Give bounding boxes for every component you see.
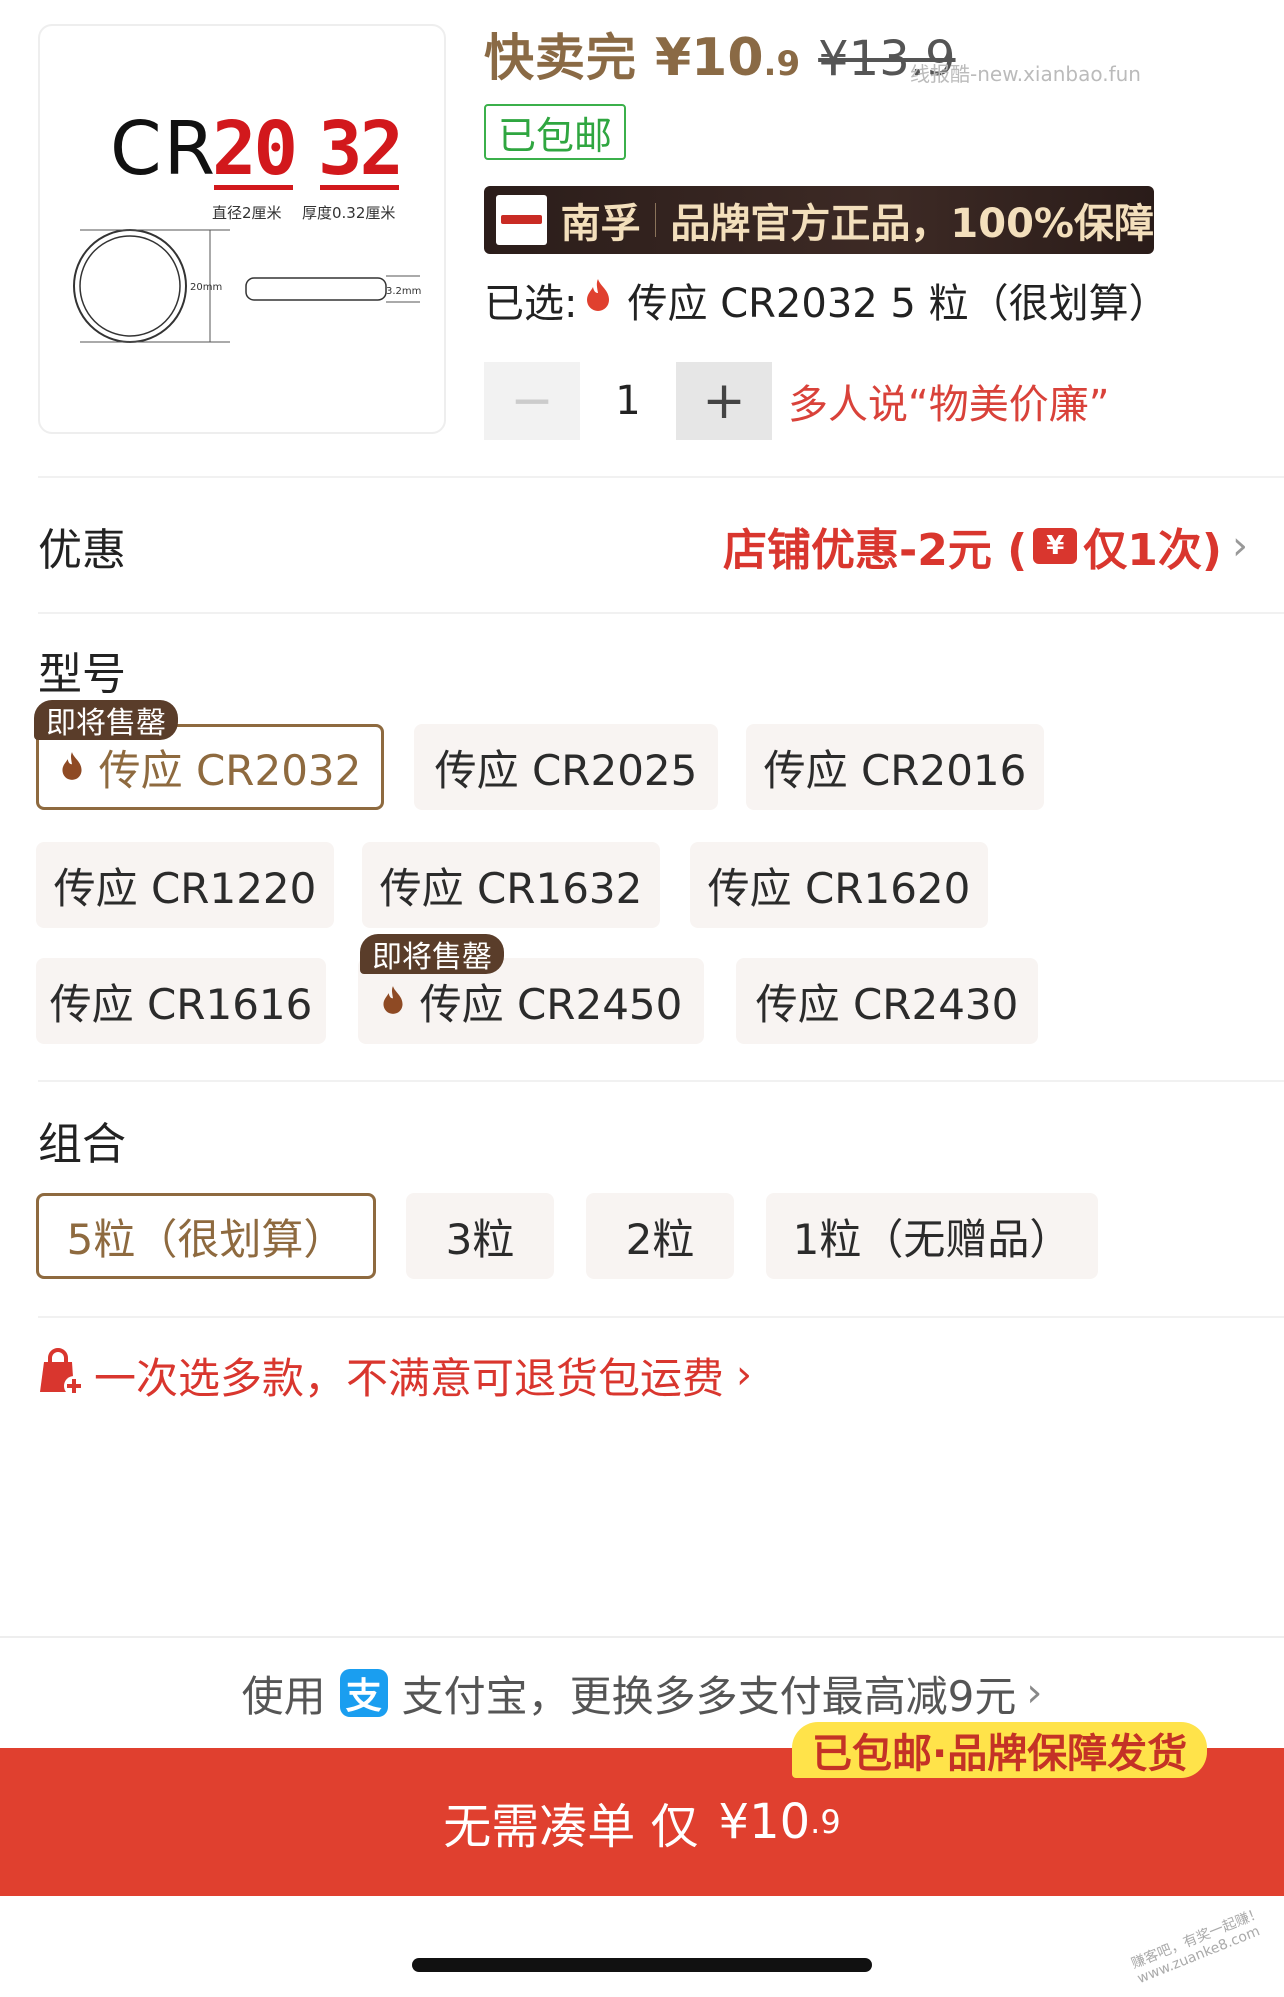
- home-indicator[interactable]: [412, 1958, 872, 1972]
- brand-banner[interactable]: 南孚 品牌官方正品，100%保障: [484, 186, 1154, 254]
- model-title: 型号: [38, 649, 126, 700]
- image-thickness-mm: 3.2mm: [386, 286, 421, 297]
- selected-value: 传应 CR2032 5 粒（很划算）: [627, 281, 1169, 327]
- free-shipping-badge: 已包邮: [484, 104, 627, 160]
- quantity-plus-button[interactable]: +: [676, 362, 772, 440]
- brand-name: 南孚: [560, 201, 641, 247]
- model-option-label: 传应 CR2430: [755, 979, 1019, 1029]
- divider: [38, 476, 1284, 478]
- quantity-stepper: − 1 + 多人说“物美价廉”: [484, 362, 1109, 440]
- divider: [38, 1080, 1284, 1082]
- battery-diagram: 20mm 3.2mm: [73, 229, 421, 343]
- fire-icon: [583, 277, 613, 323]
- divider: [38, 612, 1284, 614]
- bundle-option-1[interactable]: 1粒（无赠品）: [766, 1193, 1098, 1279]
- bundle-option-label: 5粒（很划算）: [66, 1214, 346, 1264]
- selected-summary: 已选: 传应 CR2032 5 粒（很划算）: [484, 270, 1169, 330]
- bundle-option-3[interactable]: 3粒: [406, 1193, 554, 1279]
- alipay-icon: 支: [339, 1669, 388, 1717]
- product-summary: CR 20 32 直径2厘米 厚度0.32厘米 20mm 3.2mm 快卖完 ¥…: [0, 0, 1284, 478]
- brand-divider: [654, 203, 657, 237]
- bundle-option-5[interactable]: 5粒（很划算）: [36, 1193, 376, 1279]
- price-decimal: .9: [763, 44, 801, 84]
- fire-icon: [380, 977, 406, 1026]
- bundle-option-label: 3粒: [445, 1214, 515, 1264]
- fire-icon: [59, 743, 85, 792]
- chevron-right-icon: ›: [1026, 1670, 1043, 1716]
- selling-out-badge: 即将售罄: [34, 700, 178, 741]
- quantity-hint: 多人说“物美价廉”: [788, 382, 1110, 428]
- bundle-title: 组合: [38, 1119, 126, 1170]
- selected-label: 已选:: [484, 281, 578, 327]
- model-option-cr2025[interactable]: 传应 CR2025: [414, 724, 718, 810]
- bundle-option-2[interactable]: 2粒: [586, 1193, 734, 1279]
- chevron-right-icon: ›: [1232, 523, 1248, 569]
- brand-slogan: 品牌官方正品，100%保障: [670, 201, 1154, 247]
- watermark-text: 线报酷-new.xianbao.fun: [910, 62, 1141, 86]
- selling-fast-tag: 快卖完: [484, 29, 637, 87]
- quantity-value[interactable]: 1: [580, 378, 676, 424]
- brand-logo: [496, 195, 547, 245]
- chevron-right-icon: ›: [736, 1352, 753, 1398]
- discount-title: 优惠: [38, 525, 126, 576]
- coupon-icon: ¥: [1033, 528, 1078, 564]
- bundle-option-label: 2粒: [625, 1214, 695, 1264]
- model-option-cr2016[interactable]: 传应 CR2016: [746, 724, 1044, 810]
- model-option-cr1616[interactable]: 传应 CR1616: [36, 958, 326, 1044]
- product-image[interactable]: CR 20 32 直径2厘米 厚度0.32厘米 20mm 3.2mm: [38, 24, 446, 434]
- buy-price-decimal: .9: [810, 1803, 841, 1841]
- payment-text: 支付宝，更换多多支付最高减9元: [401, 1671, 1017, 1721]
- model-option-label: 传应 CR1616: [49, 979, 313, 1029]
- quantity-minus-button[interactable]: −: [484, 362, 580, 440]
- image-diameter-mm: 20mm: [190, 282, 222, 293]
- model-option-cr2430[interactable]: 传应 CR2430: [736, 958, 1038, 1044]
- model-option-label: 传应 CR2016: [763, 745, 1027, 795]
- model-option-cr1632[interactable]: 传应 CR1632: [362, 842, 660, 928]
- price-row: 快卖完 ¥10.9 ¥13.9: [484, 18, 956, 88]
- discount-row[interactable]: 优惠 店铺优惠-2元 ( ¥ 仅1次) ›: [38, 508, 1248, 584]
- model-option-label: 传应 CR2450: [419, 979, 683, 1029]
- promo-text: 一次选多款，不满意可退货包运费: [94, 1353, 725, 1403]
- model-option-label: 传应 CR1632: [379, 863, 643, 913]
- model-option-label: 传应 CR2032: [98, 745, 362, 795]
- payment-use-label: 使用: [241, 1671, 326, 1721]
- selling-out-badge: 即将售罄: [360, 934, 504, 975]
- bundle-option-label: 1粒（无赠品）: [792, 1214, 1072, 1264]
- discount-value-suffix: 仅1次): [1083, 525, 1222, 576]
- multi-select-return-promo[interactable]: 一次选多款，不满意可退货包运费 ›: [34, 1342, 752, 1408]
- discount-value-prefix: 店铺优惠-2元 (: [722, 525, 1028, 576]
- shipping-guarantee-badge: 已包邮·品牌保障发货: [792, 1722, 1208, 1778]
- model-option-cr1620[interactable]: 传应 CR1620: [690, 842, 988, 928]
- model-option-cr1220[interactable]: 传应 CR1220: [36, 842, 334, 928]
- model-option-label: 传应 CR1620: [707, 863, 971, 913]
- discount-value: 店铺优惠-2元 ( ¥ 仅1次) ›: [723, 514, 1248, 578]
- buy-price-integer: ¥10: [718, 1794, 811, 1850]
- model-option-label: 传应 CR1220: [53, 863, 317, 913]
- watermark-bottom: 赚客吧，有奖一起赚！ www.zuanke8.com: [1129, 1905, 1271, 1987]
- price-integer: ¥10: [655, 28, 764, 88]
- model-option-label: 传应 CR2025: [434, 745, 698, 795]
- divider: [38, 1316, 1284, 1318]
- buy-button-label: 无需凑单 仅: [443, 1799, 699, 1855]
- shopping-bag-plus-icon: [34, 1348, 86, 1402]
